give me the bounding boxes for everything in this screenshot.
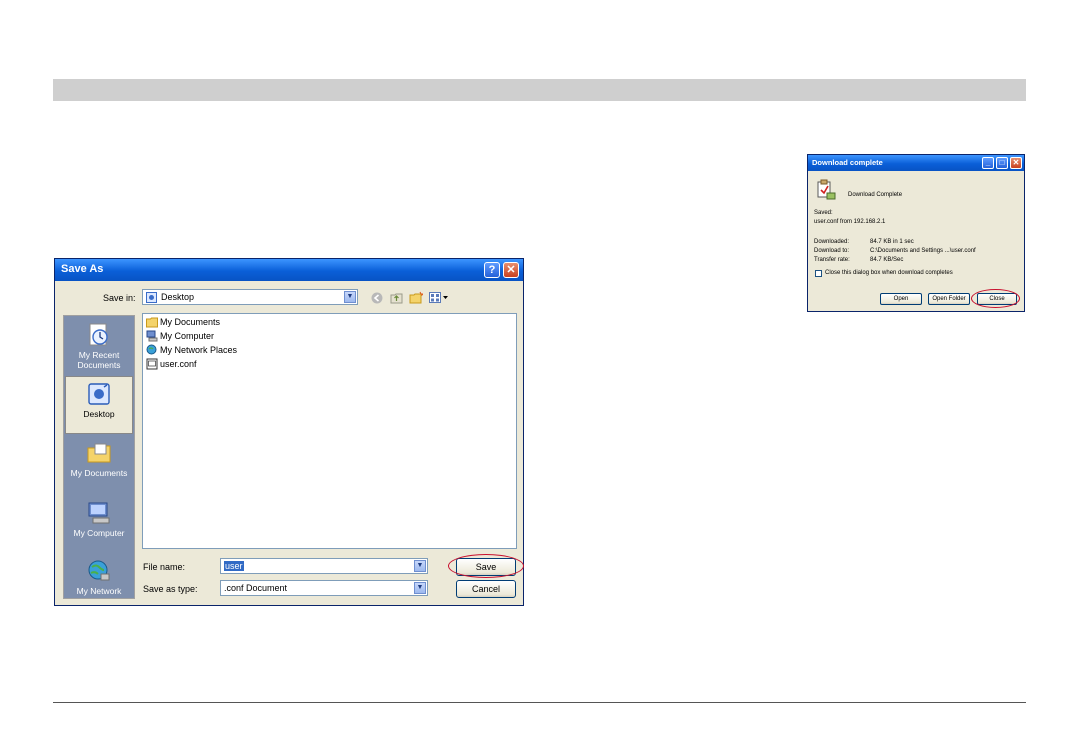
list-item[interactable]: user.conf: [146, 358, 197, 372]
close-when-done-label: Close this dialog box when download comp…: [825, 270, 953, 276]
downloaded-label: Downloaded:: [814, 239, 850, 245]
places-item-my-documents[interactable]: My Documents: [65, 436, 133, 494]
transfer-rate-value: 84.7 KB/Sec: [870, 257, 904, 263]
open-folder-button[interactable]: Open Folder: [928, 293, 970, 305]
places-label-my-network: My Network: [76, 586, 122, 596]
help-button[interactable]: ?: [484, 262, 500, 278]
saved-value: user.conf from 192.168.2.1: [814, 219, 886, 225]
up-folder-icon[interactable]: [390, 291, 403, 304]
download-titlebar[interactable]: Download complete _ □ ✕: [808, 155, 1024, 171]
save-as-title: Save As: [61, 263, 104, 275]
list-item[interactable]: My Documents: [146, 316, 220, 330]
my-computer-icon: [88, 502, 110, 524]
file-icon: [146, 358, 158, 370]
back-icon[interactable]: [371, 292, 383, 304]
file-name: My Documents: [160, 317, 221, 327]
folder-icon: [146, 317, 158, 328]
new-folder-icon[interactable]: [409, 291, 423, 304]
file-name: My Computer: [160, 331, 215, 341]
recent-documents-icon: [89, 323, 108, 346]
places-item-my-network[interactable]: My Network: [65, 554, 133, 598]
close-highlight-ring: [971, 289, 1020, 308]
places-item-my-computer[interactable]: My Computer: [65, 496, 133, 554]
footer-divider: [53, 702, 1026, 703]
maximize-button[interactable]: □: [996, 157, 1008, 169]
computer-icon: [146, 330, 158, 342]
transfer-rate-label: Transfer rate:: [814, 257, 850, 263]
save-as-type-value: .conf Document: [224, 583, 288, 593]
save-in-dropdown[interactable]: Desktop ▼: [142, 289, 358, 305]
file-name-label: File name:: [143, 562, 186, 572]
places-label-desktop: Desktop: [83, 409, 115, 419]
close-when-done-checkbox[interactable]: [815, 270, 822, 277]
network-icon: [146, 344, 157, 355]
save-as-type-dropdown[interactable]: .conf Document ▼: [220, 580, 428, 596]
download-clipboard-icon: [817, 179, 836, 200]
file-name: My Network Places: [160, 345, 238, 355]
download-to-label: Download to:: [814, 248, 850, 254]
save-as-titlebar[interactable]: Save As ? ✕: [55, 259, 523, 281]
download-heading: Download Complete: [848, 192, 903, 198]
list-item[interactable]: My Computer: [146, 330, 214, 344]
save-highlight-ring: [448, 554, 524, 578]
file-name-field[interactable]: user ▼: [220, 558, 428, 574]
network-icon: [88, 560, 110, 581]
save-as-dialog: Save As ? ✕ Save in: Desktop ▼ My Recent…: [54, 258, 524, 606]
save-in-label: Save in:: [103, 293, 136, 303]
open-button[interactable]: Open: [880, 293, 922, 305]
chevron-down-icon[interactable]: ▼: [414, 560, 426, 572]
places-label-my-documents: My Documents: [70, 468, 128, 478]
header-bar: [53, 79, 1026, 101]
file-name-value: user: [224, 561, 244, 571]
minimize-button[interactable]: _: [982, 157, 994, 169]
file-name: user.conf: [160, 359, 197, 369]
download-to-value: C:\Documents and Settings ...\user.conf: [870, 248, 976, 254]
cancel-button[interactable]: Cancel: [456, 580, 516, 598]
downloaded-value: 84.7 KB in 1 sec: [870, 239, 914, 245]
places-label-my-computer: My Computer: [73, 528, 125, 538]
places-label-recent: My Recent Documents: [77, 350, 121, 370]
places-item-recent[interactable]: My Recent Documents: [65, 318, 133, 376]
desktop-small-icon: [146, 292, 157, 303]
places-bar: My Recent Documents Desktop My Documents: [63, 315, 135, 599]
desktop-icon: [88, 383, 110, 405]
places-item-desktop[interactable]: Desktop: [65, 376, 133, 434]
save-in-value: Desktop: [161, 292, 195, 302]
my-documents-folder-icon: [87, 443, 111, 463]
close-window-button[interactable]: ✕: [1010, 157, 1022, 169]
chevron-down-icon[interactable]: ▼: [414, 582, 426, 594]
views-menu-icon[interactable]: [429, 291, 449, 304]
list-item[interactable]: My Network Places: [146, 344, 237, 358]
close-button[interactable]: ✕: [503, 262, 519, 278]
chevron-down-icon[interactable]: ▼: [344, 291, 356, 303]
saved-label: Saved:: [814, 210, 833, 216]
save-as-type-label: Save as type:: [143, 584, 198, 594]
download-title: Download complete: [812, 158, 883, 167]
download-complete-dialog: Download complete _ □ ✕ Download Complet…: [807, 154, 1025, 312]
file-list[interactable]: My Documents My Computer My Network Plac…: [142, 313, 517, 549]
